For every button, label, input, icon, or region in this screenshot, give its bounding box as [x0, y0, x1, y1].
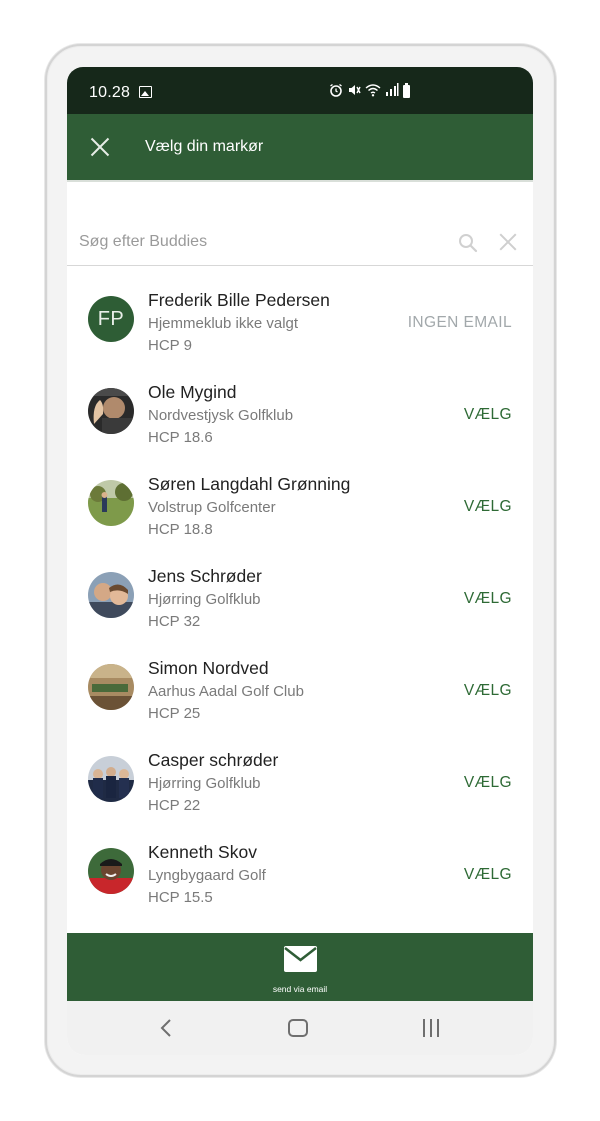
image-icon [139, 86, 152, 98]
buddy-club: Nordvestjysk Golfklub [148, 407, 294, 424]
send-via-email-label: send via email [272, 984, 328, 994]
buddy-name: Ole Mygind [148, 382, 237, 402]
search-icon[interactable] [458, 233, 478, 253]
avatar [88, 664, 134, 710]
avatar [88, 480, 134, 526]
select-button[interactable]: VÆLG [464, 498, 512, 516]
mute-icon [347, 83, 361, 100]
status-bar: 10.28 [67, 67, 533, 114]
buddy-hcp: HCP 18.8 [148, 521, 213, 538]
buddy-name: Frederik Bille Pedersen [148, 290, 330, 310]
back-icon[interactable] [159, 1018, 173, 1038]
list-item: FP Frederik Bille Pedersen Hjemmeklub ik… [67, 277, 533, 369]
buddy-hcp: HCP 32 [148, 613, 201, 630]
buddy-club: Aarhus Aadal Golf Club [148, 683, 304, 700]
home-icon[interactable] [288, 1019, 308, 1037]
avatar: FP [88, 296, 134, 342]
page-title: Vælg din markør [145, 138, 264, 155]
buddy-hcp: HCP 18.6 [148, 429, 213, 446]
buddy-name: Simon Nordved [148, 658, 269, 678]
app-screen: 10.28 Vælg din markør Søg efter Buddies … [67, 67, 533, 1055]
avatar [88, 848, 134, 894]
list-item[interactable]: Kenneth Skov Lyngbygaard Golf HCP 15.5 V… [67, 829, 533, 921]
list-item[interactable]: Søren Langdahl Grønning Volstrup Golfcen… [67, 461, 533, 553]
buddy-name: Jens Schrøder [148, 566, 262, 586]
search-input[interactable] [79, 227, 439, 257]
status-time: 10.28 [89, 84, 131, 101]
buddy-name: Kenneth Skov [148, 842, 257, 862]
send-via-email-button[interactable]: send via email [67, 933, 533, 1001]
clear-search-icon[interactable] [499, 233, 517, 251]
buddy-hcp: HCP 25 [148, 705, 201, 722]
buddy-list: FP Frederik Bille Pedersen Hjemmeklub ik… [67, 277, 533, 921]
avatar [88, 756, 134, 802]
list-item[interactable]: Jens Schrøder Hjørring Golfklub HCP 32 V… [67, 553, 533, 645]
alarm-icon [329, 83, 343, 100]
system-nav-bar [67, 1001, 533, 1055]
select-button[interactable]: VÆLG [464, 406, 512, 424]
buddy-hcp: HCP 9 [148, 337, 192, 354]
buddy-club: Lyngbygaard Golf [148, 867, 266, 884]
battery-icon [403, 83, 410, 98]
search-bar [67, 223, 533, 266]
recent-apps-icon[interactable] [422, 1019, 440, 1037]
select-button[interactable]: VÆLG [464, 774, 512, 792]
app-bar-divider [67, 180, 533, 182]
avatar [88, 572, 134, 618]
select-button[interactable]: VÆLG [464, 866, 512, 884]
buddy-name: Søren Langdahl Grønning [148, 474, 351, 494]
avatar [88, 388, 134, 434]
list-item[interactable]: Simon Nordved Aarhus Aadal Golf Club HCP… [67, 645, 533, 737]
buddy-club: Volstrup Golfcenter [148, 499, 276, 516]
buddy-name: Casper schrøder [148, 750, 279, 770]
buddy-club: Hjørring Golfklub [148, 775, 261, 792]
buddy-hcp: HCP 22 [148, 797, 201, 814]
no-email-label: INGEN EMAIL [407, 314, 512, 331]
buddy-hcp: HCP 15.5 [148, 889, 213, 906]
status-icons [329, 83, 410, 100]
select-button[interactable]: VÆLG [464, 682, 512, 700]
buddy-club: Hjemmeklub ikke valgt [148, 315, 299, 332]
signal-icon [385, 83, 399, 100]
list-item[interactable]: Casper schrøder Hjørring Golfklub HCP 22… [67, 737, 533, 829]
mail-icon [283, 945, 318, 973]
list-item[interactable]: Ole Mygind Nordvestjysk Golfklub HCP 18.… [67, 369, 533, 461]
wifi-icon [365, 83, 381, 100]
select-button[interactable]: VÆLG [464, 590, 512, 608]
app-bar: Vælg din markør [67, 114, 533, 180]
close-icon[interactable] [90, 137, 110, 157]
buddy-club: Hjørring Golfklub [148, 591, 261, 608]
